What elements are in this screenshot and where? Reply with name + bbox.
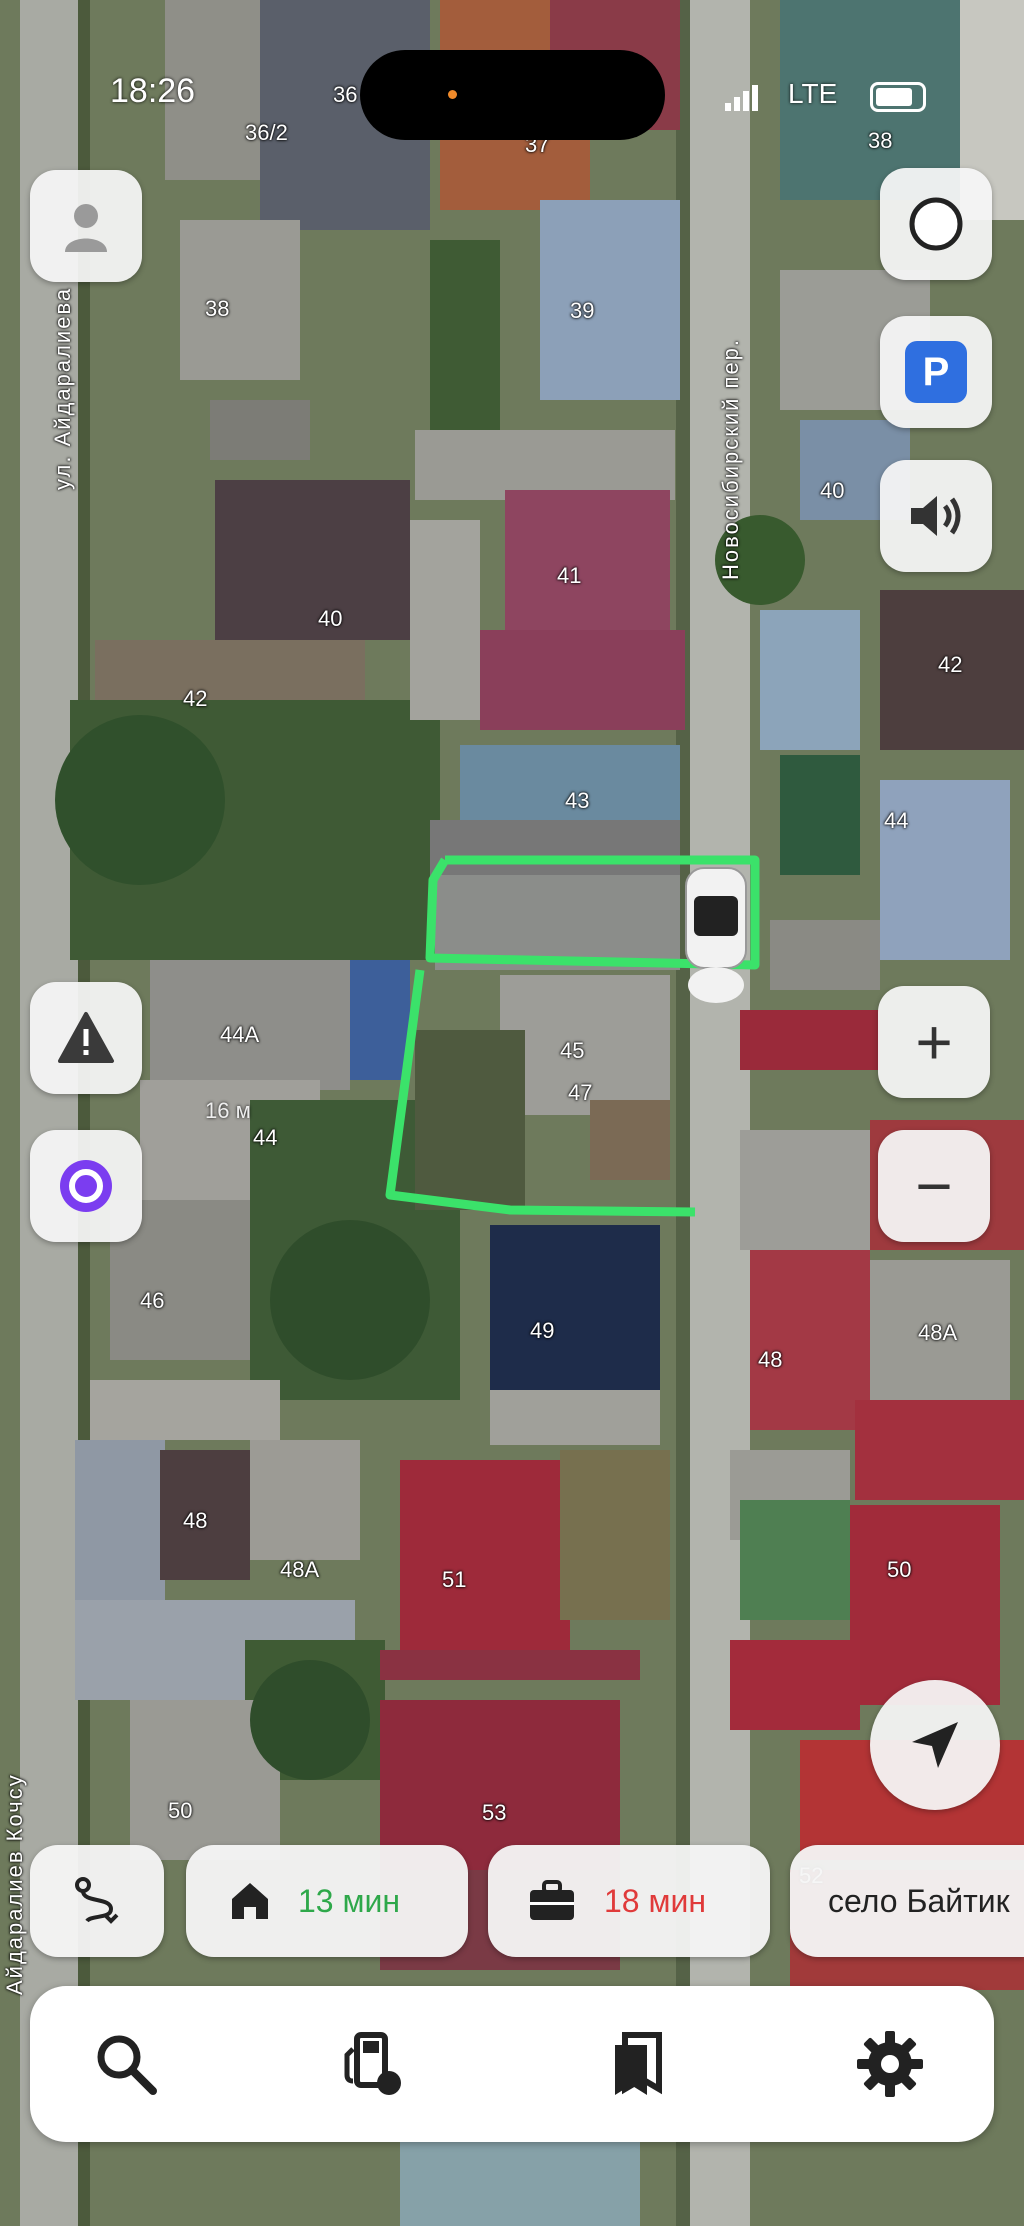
building-number: 38 [868,128,893,153]
bookmarks-icon [615,2032,662,2095]
building-number: 36/2 [245,120,288,145]
building-number: 49 [530,1318,555,1343]
building-number: 50 [887,1557,912,1582]
alice-button[interactable] [30,1130,142,1242]
home-time: 13 мин [298,1882,401,1919]
building-number: 39 [570,298,595,323]
plus-icon: + [915,1006,953,1078]
settings-icon [857,2031,923,2097]
status-time: 18:26 [110,72,196,110]
building-number: 53 [482,1800,507,1825]
dynamic-island [360,50,665,140]
work-shortcut[interactable]: 18 мин [488,1845,770,1957]
zoom-out-button[interactable]: − [878,1130,990,1242]
distance-label: 16 м [205,1098,251,1123]
alice-icon [60,1160,112,1212]
building-number: 44A [220,1022,260,1047]
fuel-icon [344,2032,401,2095]
navigation-arrow-icon [912,1722,958,1768]
street-label-aydaralieva: ул. Айдаралиева [50,286,75,490]
building-number: 48A [918,1320,958,1345]
building-number: 42 [183,686,208,711]
street-label-kochsu: Айдаралиев Кочсу [2,1773,27,1995]
route-icon [75,1877,119,1924]
building-number: 40 [820,478,845,503]
profile-button[interactable] [30,170,142,282]
signal-icon [725,85,761,111]
locate-button[interactable] [870,1680,1000,1810]
place-shortcut[interactable]: село Байтик [790,1845,1024,1957]
building-number: 44 [253,1125,278,1150]
building-number: 48A [280,1557,320,1582]
building-number: 41 [557,563,582,588]
fuel-button[interactable] [332,2022,416,2106]
network-type: LTE [788,78,838,109]
settings-button[interactable] [848,2022,932,2106]
building-number: 43 [565,788,590,813]
minus-icon: − [915,1150,953,1222]
building-number: 51 [442,1567,467,1592]
search-button[interactable] [84,2022,168,2106]
building-number: 36 [333,82,358,107]
speaker-icon [911,496,961,536]
bottom-navigation [30,1986,994,2142]
work-time: 18 мин [604,1882,707,1919]
bookmarks-button[interactable] [596,2022,680,2106]
indicator-dot-icon [448,90,457,99]
battery-icon [870,82,926,112]
building-number: 46 [140,1288,165,1313]
building-number: 42 [938,652,963,677]
building-number: 44 [884,808,909,833]
building-number: 45 [560,1038,585,1063]
alert-icon [58,1012,114,1063]
alert-button[interactable] [30,982,142,1094]
theme-button[interactable] [880,168,992,280]
parking-button[interactable]: P [880,316,992,428]
route-button[interactable] [30,1845,164,1957]
search-icon [97,2035,157,2095]
profile-icon [65,204,107,252]
building-number: 47 [568,1080,593,1105]
building-number: 38 [205,296,230,321]
street-label-novosibirsky: Новосибирский пер. [718,337,743,580]
building-number: 50 [168,1798,193,1823]
sound-button[interactable] [880,460,992,572]
home-shortcut[interactable]: 13 мин [186,1845,468,1957]
building-number: 48 [758,1347,783,1372]
circle-icon [909,197,963,251]
zoom-in-button[interactable]: + [878,986,990,1098]
home-icon [232,1883,268,1919]
parking-icon: P [905,341,967,403]
building-number: 48 [183,1508,208,1533]
place-label: село Байтик [828,1882,1010,1919]
parking-label: P [922,349,950,394]
building-number: 40 [318,606,343,631]
briefcase-icon [530,1880,574,1920]
